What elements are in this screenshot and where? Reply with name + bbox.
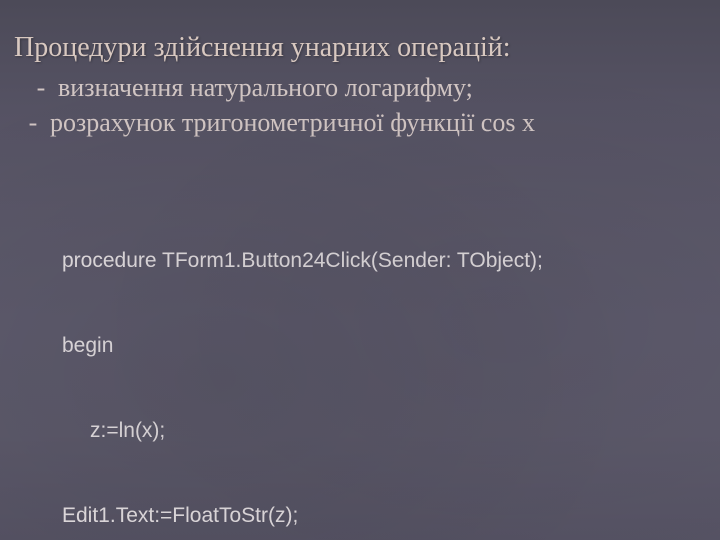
bullet-text: визначення натурального логарифму; xyxy=(58,70,473,105)
code-line: z:=ln(x); xyxy=(62,417,680,445)
code-line: procedure TForm1.Button24Click(Sender: T… xyxy=(62,247,680,275)
code-line: begin xyxy=(62,332,680,360)
slide: Процедури здійснення унарних операцій: -… xyxy=(0,0,720,540)
bullet-item: - розрахунок тригонометричної функції co… xyxy=(14,105,706,140)
bullet-text: розрахунок тригонометричної функції cos … xyxy=(50,105,535,140)
bullet-dash-icon: - xyxy=(24,105,42,140)
code-line: Edit1.Text:=FloatToStr(z); xyxy=(62,502,680,530)
bullet-list: - визначення натурального логарифму; - р… xyxy=(14,70,706,140)
bullet-dash-icon: - xyxy=(32,70,50,105)
code-block: procedure TForm1.Button24Click(Sender: T… xyxy=(62,190,680,540)
slide-title: Процедури здійснення унарних операцій: xyxy=(14,30,706,65)
bullet-item: - визначення натурального логарифму; xyxy=(14,70,706,105)
title-text: Процедури здійснення унарних операцій: xyxy=(14,30,706,65)
